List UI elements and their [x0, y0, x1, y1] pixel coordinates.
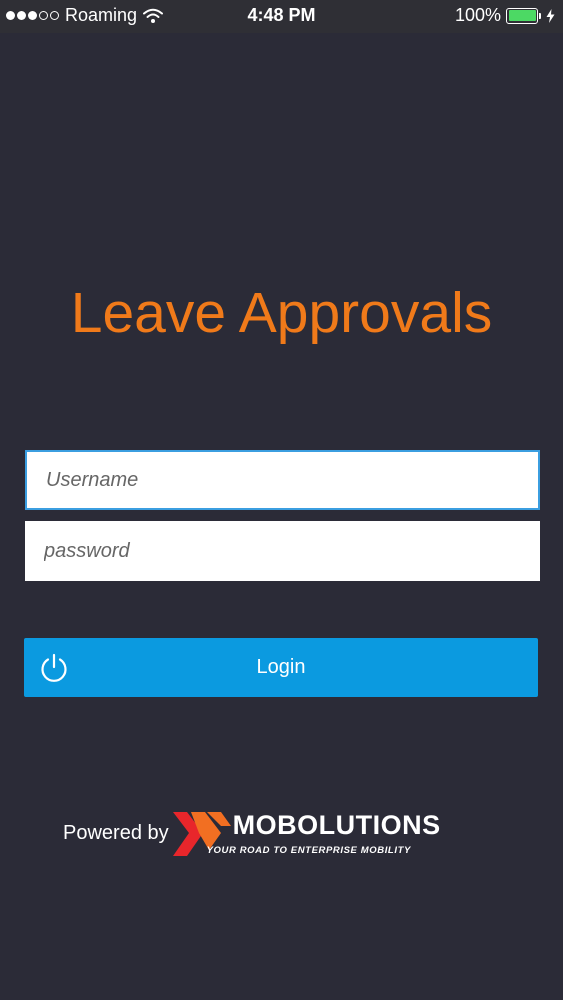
- battery-level-fill: [508, 10, 536, 21]
- charging-bolt-icon: [546, 8, 555, 23]
- brand-name: MOBOLUTIONS: [232, 810, 441, 840]
- status-bar: Roaming 4:48 PM 100%: [0, 0, 563, 33]
- password-input[interactable]: [25, 521, 540, 581]
- username-input[interactable]: [25, 450, 540, 510]
- brand-tagline: YOUR ROAD TO ENTERPRISE MOBILITY: [206, 845, 411, 856]
- powered-by-text: Powered by: [63, 821, 169, 844]
- battery-tip: [539, 12, 541, 19]
- login-label: Login: [256, 656, 306, 678]
- mobolutions-logo: MOBOLUTIONS YOUR ROAD TO ENTERPRISE MOBI…: [172, 810, 478, 856]
- app-title: Leave Approvals: [70, 281, 493, 345]
- login-button[interactable]: Login: [24, 638, 538, 697]
- battery-icon: [506, 7, 538, 24]
- powered-by-footer: Powered by MOBOLUTIONS YOUR ROAD TO ENTE…: [63, 810, 478, 856]
- battery-percent: 100%: [454, 5, 501, 25]
- status-right: 100%: [455, 5, 555, 26]
